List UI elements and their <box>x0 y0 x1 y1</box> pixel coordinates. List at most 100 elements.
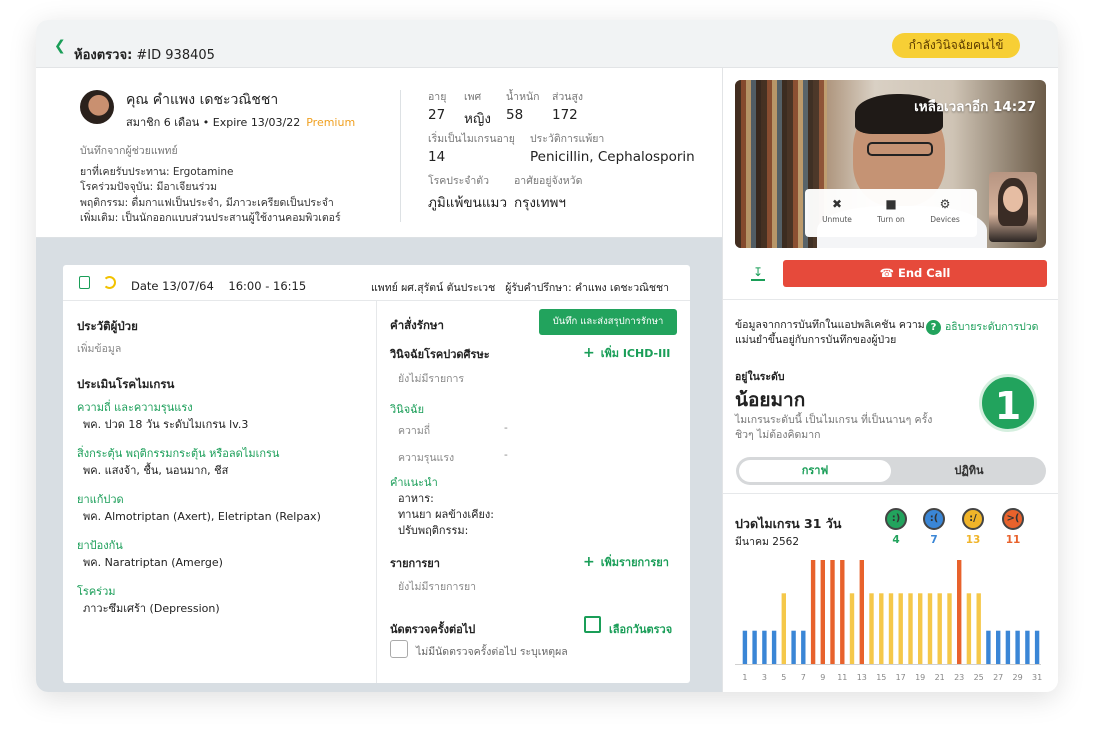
phone-icon: ☎ <box>879 266 894 280</box>
unmute-button[interactable]: ✖ Unmute <box>811 197 863 224</box>
bar-day-11 <box>840 560 845 664</box>
chart-month: มีนาคม 2562 <box>735 536 799 548</box>
plus-icon: + <box>583 554 595 570</box>
plus-icon: + <box>583 345 595 361</box>
chevron-left-icon[interactable]: ❮ <box>54 38 66 54</box>
worried-face-icon: :/ <box>962 508 984 530</box>
self-camera-preview <box>989 172 1037 242</box>
camera-off-icon: ■ <box>885 197 897 211</box>
app-window: ❮ ห้องตรวจ: #ID 938405 กำลังวินิจฉัยคนไข… <box>36 20 1058 692</box>
bar-day-18 <box>908 593 913 664</box>
x-tick-label: 3 <box>762 673 767 682</box>
stat-onset: เริ่มเป็นไมเกรนอายุ 14 <box>428 133 515 165</box>
eval-value-painkiller: พค. Almotriptan (Axert), Eletriptan (Rel… <box>83 510 321 523</box>
level-label: อยู่ในระดับ <box>735 371 785 383</box>
tab-graph[interactable]: กราฟ <box>739 460 891 482</box>
x-tick-label: 1 <box>742 673 747 682</box>
x-tick-label: 23 <box>954 673 964 682</box>
document-icon[interactable] <box>79 276 90 289</box>
pick-date-button[interactable]: เลือกวันตรวจ <box>609 620 672 638</box>
eval-label-comorbidity[interactable]: โรคร่วม <box>77 582 116 600</box>
stat-allergy: ประวัติการแพ้ยา Penicillin, Cephalosporin <box>530 133 695 165</box>
divider <box>723 493 1058 494</box>
x-tick-label: 31 <box>1032 673 1042 682</box>
eval-value-prevention: พค. Naratriptan (Amerge) <box>83 556 223 569</box>
bar-day-12 <box>849 593 855 664</box>
gear-icon: ⚙ <box>939 197 951 211</box>
eval-label-painkiller[interactable]: ยาแก้ปวด <box>77 490 124 508</box>
download-icon[interactable]: ↧ <box>751 265 765 281</box>
mic-off-icon: ✖ <box>831 197 843 211</box>
bar-day-1 <box>742 630 748 664</box>
happy-count: 4 <box>892 534 900 546</box>
add-history-link[interactable]: เพิ่มข้อมูล <box>77 340 121 357</box>
diagnosis-label: วินิจฉัย <box>390 403 425 416</box>
bar-day-3 <box>762 630 767 664</box>
severity-value: - <box>504 449 508 461</box>
severity-label: ความรุนแรง <box>398 452 455 464</box>
end-call-button[interactable]: ☎ End Call <box>783 260 1047 287</box>
assistant-notes: บันทึกจากผู้ช่วยแพทย์ ยาที่เคยรับประทาน:… <box>80 145 341 224</box>
divider <box>723 299 1058 300</box>
explain-level-link[interactable]: ? อธิบายระดับการปวด <box>926 318 1038 335</box>
bar-day-6 <box>791 630 796 664</box>
tab-calendar[interactable]: ปฏิทิน <box>896 460 1042 482</box>
sad-face-icon: :( <box>923 508 945 530</box>
bar-day-29 <box>1015 630 1020 664</box>
camera-button[interactable]: ■ Turn on <box>865 197 917 224</box>
x-tick-label: 17 <box>896 673 906 682</box>
orders-title: คำสั่งรักษา <box>390 318 444 332</box>
stat-province: อาศัยอยู่จังหวัด กรุงเทพฯ <box>514 175 583 211</box>
frequency-label: ความถี่ <box>398 425 431 437</box>
save-summary-button[interactable]: บันทึก และส่งสรุปการรักษา <box>539 309 677 335</box>
stat-disease: โรคประจำตัว ภูมิแพ้ขนแมว <box>428 175 508 211</box>
level-number-badge: 1 <box>979 374 1037 432</box>
stat-height: ส่วนสูง 172 <box>552 91 584 123</box>
room-id: #ID 938405 <box>136 48 215 63</box>
bar-day-31 <box>1034 630 1040 664</box>
x-tick-label: 27 <box>993 673 1003 682</box>
bar-day-2 <box>752 630 757 664</box>
x-tick-label: 29 <box>1013 673 1023 682</box>
bar-day-13 <box>859 560 864 664</box>
view-toggle: กราฟ ปฏิทิน <box>736 457 1046 485</box>
left-panel: คุณ คำแพง เดชะวณิชชา สมาชิก 6 เดือน • Ex… <box>36 68 722 692</box>
x-tick-label: 7 <box>801 673 806 682</box>
next-appointment-title: นัดตรวจครั้งต่อไป <box>390 623 476 636</box>
worried-face-group: :/ 13 <box>962 508 984 546</box>
medication-title: รายการยา <box>390 557 440 570</box>
advice-behavior: ปรับพฤติกรรม: <box>398 524 469 537</box>
history-title: ประวัติผู้ป่วย <box>77 319 138 333</box>
medication-empty: ยังไม่มีรายการยา <box>398 581 477 593</box>
eval-label-frequency[interactable]: ความถี่ และความรุนแรง <box>77 398 193 416</box>
eval-label-triggers[interactable]: สิ่งกระตุ้น พฤติกรรมกระตุ้น หรือลดไมเกรน <box>77 444 279 462</box>
stat-sex: เพศ หญิง <box>464 91 491 127</box>
x-tick-label: 5 <box>781 673 786 682</box>
top-bar: ❮ ห้องตรวจ: #ID 938405 กำลังวินิจฉัยคนไข… <box>36 20 1058 68</box>
consultation-card: Date 13/07/64 16:00 - 16:15 แพทย์ ผศ.สุร… <box>63 265 690 683</box>
session-datetime: Date 13/07/64 16:00 - 16:15 <box>131 279 307 293</box>
no-appointment-checkbox[interactable] <box>390 640 408 658</box>
eval-value-frequency: พค. ปวด 18 วัน ระดับไมเกรน lv.3 <box>83 418 249 431</box>
divider <box>376 301 377 683</box>
membership-info: สมาชิก 6 เดือน • Expire 13/03/22 Premium <box>126 116 356 129</box>
patient-name: คุณ คำแพง เดชะวณิชชา <box>126 92 279 108</box>
loading-icon <box>103 276 116 289</box>
x-tick-label: 21 <box>935 673 945 682</box>
time-remaining: เหลือเวลาอีก 14:27 <box>914 99 1036 115</box>
doctor-glasses <box>867 142 933 156</box>
level-description: ไมเกรนระดับนี้ เป็นไมเกรน ที่เป็นนานๆ คร… <box>735 414 933 441</box>
premium-badge: Premium <box>306 116 356 129</box>
avatar <box>80 90 114 124</box>
bar-day-27 <box>996 630 1001 664</box>
eval-label-prevention[interactable]: ยาป้องกัน <box>77 536 123 554</box>
add-icd-button[interactable]: + เพิ่ม ICHD-III <box>583 344 670 362</box>
angry-count: 11 <box>1005 534 1021 546</box>
calendar-icon[interactable] <box>584 616 601 633</box>
devices-button[interactable]: ⚙ Devices <box>919 197 971 224</box>
add-medication-button[interactable]: + เพิ่มรายการยา <box>583 553 669 571</box>
bar-day-9 <box>820 560 825 664</box>
patient-summary: คุณ คำแพง เดชะวณิชชา สมาชิก 6 เดือน • Ex… <box>36 68 722 238</box>
x-tick-label: 11 <box>837 673 847 682</box>
migraine-bar-chart: 1 3 5 7 9 11 13 15 17 19 21 23 25 27 29 31 <box>735 560 1042 682</box>
